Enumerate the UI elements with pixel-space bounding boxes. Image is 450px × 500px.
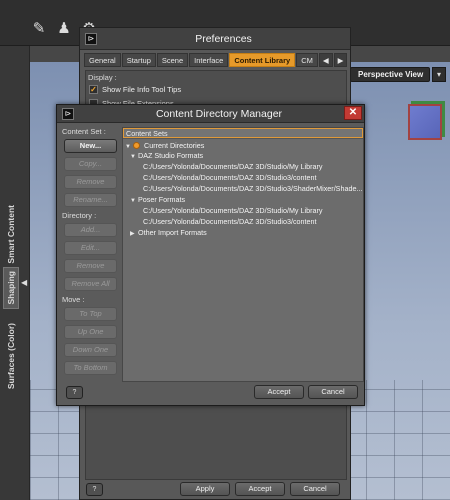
pane-collapse-icon[interactable]: ◀: [21, 278, 27, 287]
scene-tool-icon[interactable]: ✎: [30, 20, 48, 38]
preferences-footer: ? Apply Accept Cancel: [80, 477, 352, 499]
expand-arrow-icon[interactable]: ▼: [130, 152, 138, 162]
copy-button[interactable]: Copy...: [64, 157, 117, 171]
tree-node-poser-formats[interactable]: ▼ Poser Formats: [130, 195, 185, 206]
preferences-titlebar[interactable]: ⊳ Preferences: [80, 28, 350, 50]
edit-directory-button[interactable]: Edit...: [64, 241, 117, 255]
camera-selector[interactable]: Perspective View: [350, 67, 430, 82]
rename-button[interactable]: Rename...: [64, 193, 117, 207]
show-tooltips-label: Show File Info Tool Tips: [102, 85, 182, 94]
content-sets-tree[interactable]: Content Sets ▼ Current Directories ▼ DAZ S…: [122, 127, 364, 382]
app-icon: ⊳: [85, 32, 97, 45]
tree-node-daz-path[interactable]: C:/Users/Yolonda/Documents/DAZ 3D/Studio…: [143, 184, 362, 194]
tree-node-daz-formats[interactable]: ▼ DAZ Studio Formats: [130, 151, 203, 162]
camera-dropdown-icon[interactable]: ▾: [432, 67, 446, 82]
remove-directory-button[interactable]: Remove: [64, 259, 117, 273]
tree-node-poser-path[interactable]: C:/Users/Yolonda/Documents/DAZ 3D/Studio…: [143, 206, 323, 216]
preferences-title: Preferences: [195, 32, 252, 45]
preferences-tabs: General Startup Scene Interface Content …: [84, 53, 348, 67]
view-cube-icon[interactable]: [408, 104, 442, 140]
tab-scene[interactable]: Scene: [156, 53, 189, 67]
tab-content-library[interactable]: Content Library: [229, 53, 296, 67]
remove-set-button[interactable]: Remove: [64, 175, 117, 189]
current-directories-label: Current Directories: [144, 141, 205, 150]
tab-shaping-label: Shaping: [6, 271, 16, 305]
tree-node-daz-path[interactable]: C:/Users/Yolonda/Documents/DAZ 3D/Studio…: [143, 173, 317, 183]
cdm-titlebar[interactable]: ⊳ Content Directory Manager ✕: [57, 105, 364, 123]
tab-scroll-left-icon[interactable]: ◀: [318, 53, 333, 67]
add-directory-button[interactable]: Add...: [64, 223, 117, 237]
show-tooltips-checkbox[interactable]: ✓: [89, 85, 98, 94]
up-one-button[interactable]: Up One: [64, 325, 117, 339]
tab-cms[interactable]: CM: [296, 53, 318, 67]
display-group-label: Display :: [88, 73, 117, 82]
tab-shaping[interactable]: Shaping: [3, 267, 19, 309]
cdm-accept-button[interactable]: Accept: [254, 385, 304, 399]
option-show-tooltips[interactable]: ✓ Show File Info Tool Tips: [89, 85, 181, 94]
current-set-icon: [133, 142, 140, 149]
tab-startup[interactable]: Startup: [121, 53, 156, 67]
tab-surfaces-label: Surfaces (Color): [6, 323, 16, 390]
preferences-help-button[interactable]: ?: [86, 483, 103, 496]
close-button[interactable]: ✕: [344, 106, 362, 120]
expand-arrow-icon[interactable]: ▼: [130, 196, 138, 206]
preferences-help-label: ?: [92, 486, 97, 493]
collapse-arrow-icon[interactable]: ▶: [130, 229, 138, 239]
tab-smart-content-label: Smart Content: [6, 204, 16, 264]
down-one-button[interactable]: Down One: [64, 343, 117, 357]
preferences-accept-button[interactable]: Accept: [235, 482, 285, 496]
to-bottom-button[interactable]: To Bottom: [64, 361, 117, 375]
remove-all-button[interactable]: Remove All: [64, 277, 117, 291]
daz-formats-label: DAZ Studio Formats: [138, 151, 204, 160]
preferences-cancel-button[interactable]: Cancel: [290, 482, 340, 496]
tree-node-poser-path[interactable]: C:/Users/Yolonda/Documents/DAZ 3D/Studio…: [143, 217, 317, 227]
new-button[interactable]: New...: [64, 139, 117, 153]
tree-node-other-formats[interactable]: ▶ Other Import Formats: [130, 228, 207, 239]
move-label: Move :: [62, 295, 85, 304]
cdm-title: Content Directory Manager: [155, 107, 283, 120]
tab-interface[interactable]: Interface: [189, 53, 229, 67]
tree-header: Content Sets: [123, 128, 363, 139]
content-directory-manager-dialog: ⊳ Content Directory Manager ✕ Content Se…: [56, 104, 365, 406]
cdm-help-label: ?: [72, 389, 77, 396]
tab-scroll-right-icon[interactable]: ▶: [333, 53, 348, 67]
to-top-button[interactable]: To Top: [64, 307, 117, 321]
content-set-label: Content Set :: [62, 127, 106, 136]
cdm-app-icon: ⊳: [62, 107, 74, 120]
poser-formats-label: Poser Formats: [138, 195, 186, 204]
cdm-cancel-button[interactable]: Cancel: [308, 385, 358, 399]
tab-smart-content[interactable]: Smart Content: [3, 194, 19, 274]
preferences-apply-button[interactable]: Apply: [180, 482, 230, 496]
other-formats-label: Other Import Formats: [138, 228, 207, 237]
directory-label: Directory :: [62, 211, 97, 220]
tab-surfaces[interactable]: Surfaces (Color): [3, 314, 19, 399]
left-pane-tabs: Smart Content Shaping Surfaces (Color): [0, 46, 30, 500]
tab-general[interactable]: General: [84, 53, 121, 67]
cdm-help-button[interactable]: ?: [66, 386, 83, 399]
figure-tool-icon[interactable]: ♟: [55, 20, 73, 38]
tree-node-daz-path[interactable]: C:/Users/Yolonda/Documents/DAZ 3D/Studio…: [143, 162, 323, 172]
